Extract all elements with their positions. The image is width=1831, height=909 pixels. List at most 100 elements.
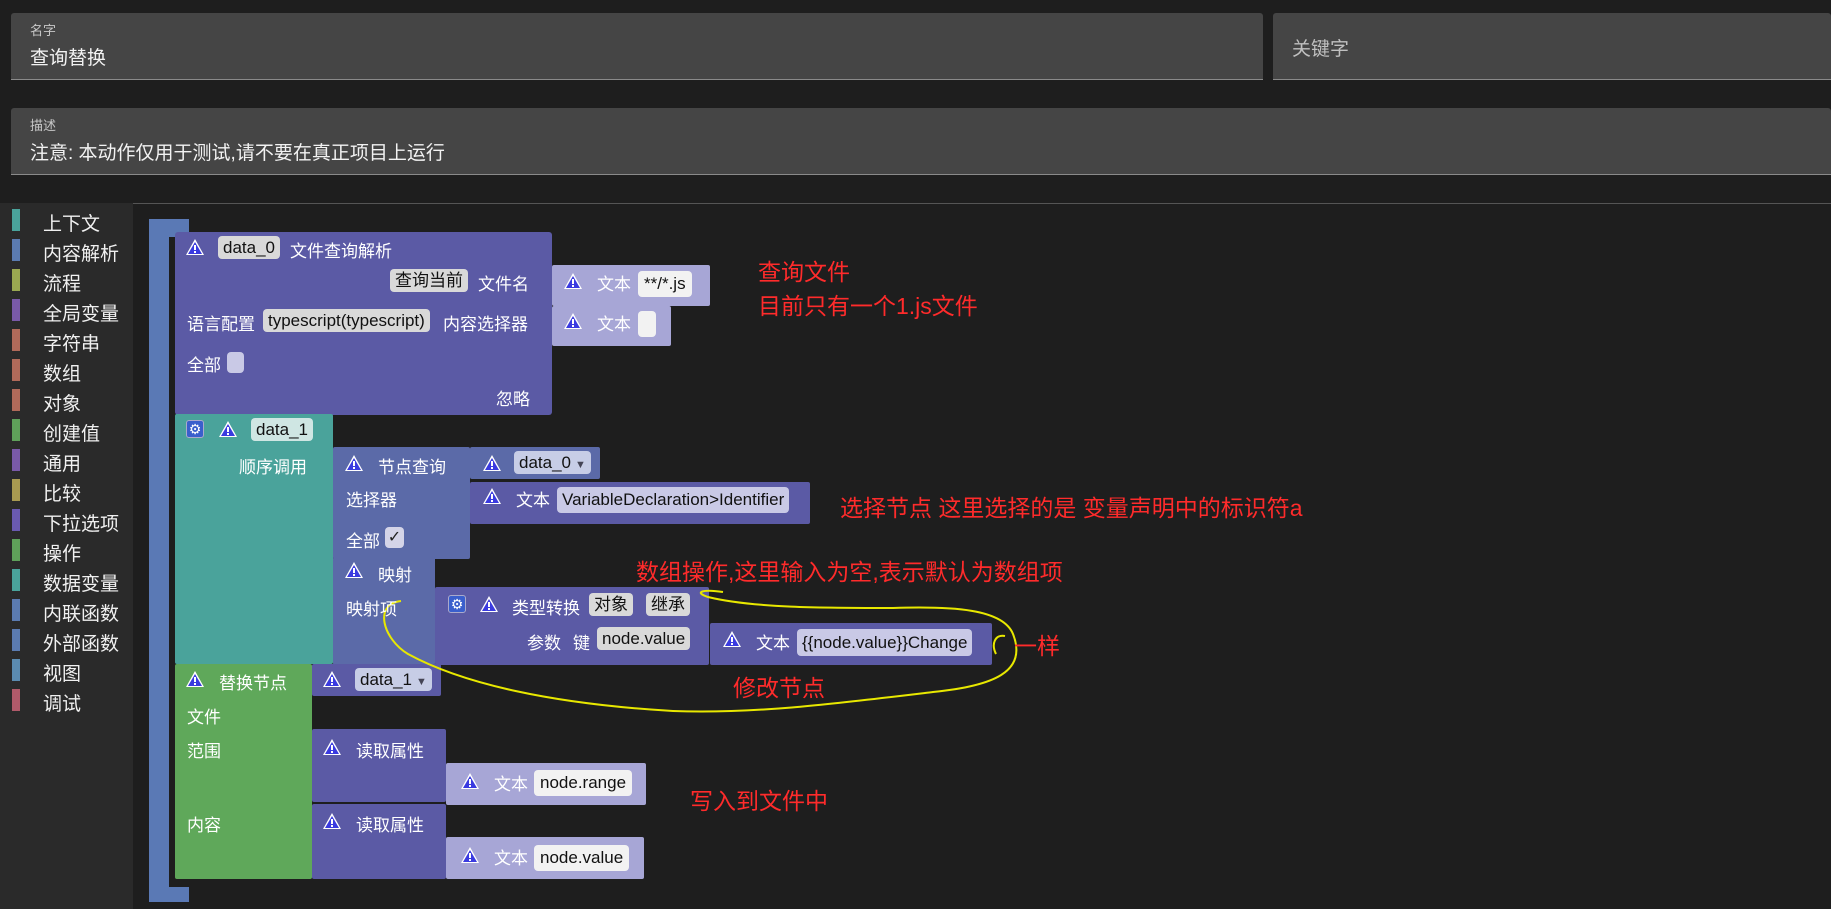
gear-icon[interactable]: ⚙ <box>186 420 204 438</box>
parse-all-checkbox[interactable] <box>227 352 244 373</box>
convert-type-dropdown[interactable]: 对象 <box>589 593 633 616</box>
toolbox-category[interactable]: 上下文 <box>12 207 133 235</box>
category-swatch <box>12 539 20 561</box>
warning-icon <box>345 455 363 471</box>
node-selector-text-label: 文本 <box>516 491 550 510</box>
toolbox-category[interactable]: 视图 <box>12 657 133 685</box>
name-label: 名字 <box>30 23 57 38</box>
warning-icon <box>723 631 741 647</box>
toolbox-category[interactable]: 对象 <box>12 387 133 415</box>
ignore-label: 忽略 <box>496 390 530 409</box>
seq-call-label: 顺序调用 <box>239 458 307 477</box>
category-swatch <box>12 419 20 441</box>
warning-icon <box>483 455 501 471</box>
selector-input[interactable] <box>638 311 656 337</box>
category-swatch <box>12 299 20 321</box>
toolbox-category[interactable]: 数据变量 <box>12 567 133 595</box>
annotation-same: 一样 <box>1014 633 1060 659</box>
filename-input[interactable]: **/*.js <box>638 271 692 297</box>
category-label: 流程 <box>43 274 82 295</box>
category-label: 数组 <box>43 364 82 385</box>
annotation-select-node: 选择节点 这里选择的是 变量声明中的标识符a <box>840 495 1303 521</box>
description-value: 注意: 本动作仅用于测试,请不要在真正项目上运行 <box>30 143 445 164</box>
annotation-write: 写入到文件中 <box>690 788 828 814</box>
chevron-down-icon: ▼ <box>575 459 586 471</box>
node-selector-input[interactable]: VariableDeclaration>Identifier <box>557 487 790 513</box>
parse-title: 文件查询解析 <box>290 242 392 261</box>
warning-icon <box>219 421 237 437</box>
replace-title: 替换节点 <box>219 674 287 693</box>
annotation-only-one: 目前只有一个1.js文件 <box>758 293 978 319</box>
convert-mode-dropdown[interactable]: 继承 <box>646 593 690 616</box>
toolbox-category[interactable]: 外部函数 <box>12 627 133 655</box>
category-swatch <box>12 329 20 351</box>
category-swatch <box>12 359 20 381</box>
keyword-field[interactable]: 关键字 <box>1273 13 1831 80</box>
category-swatch <box>12 239 20 261</box>
category-swatch <box>12 659 20 681</box>
toolbox-category[interactable]: 下拉选项 <box>12 507 133 535</box>
toolbox-category[interactable]: 字符串 <box>12 327 133 355</box>
replace-ref-dropdown[interactable]: data_1 ▼ <box>355 668 432 691</box>
toolbox-category[interactable]: 内联函数 <box>12 597 133 625</box>
warning-icon <box>461 847 479 863</box>
warning-icon <box>461 773 479 789</box>
warning-icon <box>323 813 341 829</box>
gear-icon[interactable]: ⚙ <box>448 595 466 613</box>
toolbox-category[interactable]: 内容解析 <box>12 237 133 265</box>
convert-text-input[interactable]: {{node.value}}Change <box>797 629 973 656</box>
category-swatch <box>12 599 20 621</box>
toolbox-category[interactable]: 比较 <box>12 477 133 505</box>
warning-icon <box>186 671 204 687</box>
category-label: 数据变量 <box>43 574 120 595</box>
category-swatch <box>12 209 20 231</box>
convert-text-label: 文本 <box>756 634 790 653</box>
warning-icon <box>323 739 341 755</box>
scribble-hook <box>992 634 1006 655</box>
toolbox-category[interactable]: 全局变量 <box>12 297 133 325</box>
category-swatch <box>12 629 20 651</box>
category-label: 比较 <box>43 484 82 505</box>
category-swatch <box>12 269 20 291</box>
category-label: 视图 <box>43 664 82 685</box>
category-label: 上下文 <box>43 214 101 235</box>
toolbox-category[interactable]: 流程 <box>12 267 133 295</box>
category-swatch <box>12 569 20 591</box>
node-all-checkbox[interactable]: ✓ <box>385 527 404 548</box>
toolbox-category[interactable]: 创建值 <box>12 417 133 445</box>
toolbox-category[interactable]: 通用 <box>12 447 133 475</box>
param-label: 参数 <box>527 634 561 653</box>
category-label: 操作 <box>43 544 82 565</box>
description-label: 描述 <box>30 118 57 133</box>
map-item-label: 映射项 <box>346 600 397 619</box>
map-title: 映射 <box>378 566 412 585</box>
toolbox-category[interactable]: 操作 <box>12 537 133 565</box>
content-label: 内容 <box>187 816 221 835</box>
toolbox-category[interactable]: 数组 <box>12 357 133 385</box>
category-label: 字符串 <box>43 334 101 355</box>
category-label: 对象 <box>43 394 82 415</box>
warning-icon <box>323 671 341 687</box>
parse-var-field[interactable]: data_0 <box>218 236 280 259</box>
lang-dropdown[interactable]: typescript(typescript) <box>263 309 430 332</box>
read2-value-input[interactable]: node.value <box>534 845 630 871</box>
node-query-ref-dropdown[interactable]: data_0 ▼ <box>514 451 591 474</box>
description-field[interactable]: 描述 注意: 本动作仅用于测试,请不要在真正项目上运行 <box>11 108 1831 175</box>
key-input[interactable]: node.value <box>597 627 691 650</box>
parse-scope-dropdown[interactable]: 查询当前 <box>390 269 468 292</box>
data1-block-bg <box>175 414 333 664</box>
category-label: 内容解析 <box>43 244 120 265</box>
annotation-modify: 修改节点 <box>733 675 825 701</box>
category-label: 通用 <box>43 454 82 475</box>
content-selector-label: 内容选择器 <box>443 315 528 334</box>
lang-label: 语言配置 <box>187 315 255 334</box>
data1-var-field[interactable]: data_1 <box>251 418 313 441</box>
replace-block-bg <box>175 664 312 879</box>
category-label: 调试 <box>43 694 82 715</box>
node-all-label: 全部 <box>346 532 380 551</box>
read1-value-input[interactable]: node.range <box>534 770 633 796</box>
name-field[interactable]: 名字 查询替换 <box>11 13 1263 80</box>
filename-text-label: 文本 <box>597 275 631 294</box>
category-swatch <box>12 509 20 531</box>
toolbox-category[interactable]: 调试 <box>12 687 133 715</box>
